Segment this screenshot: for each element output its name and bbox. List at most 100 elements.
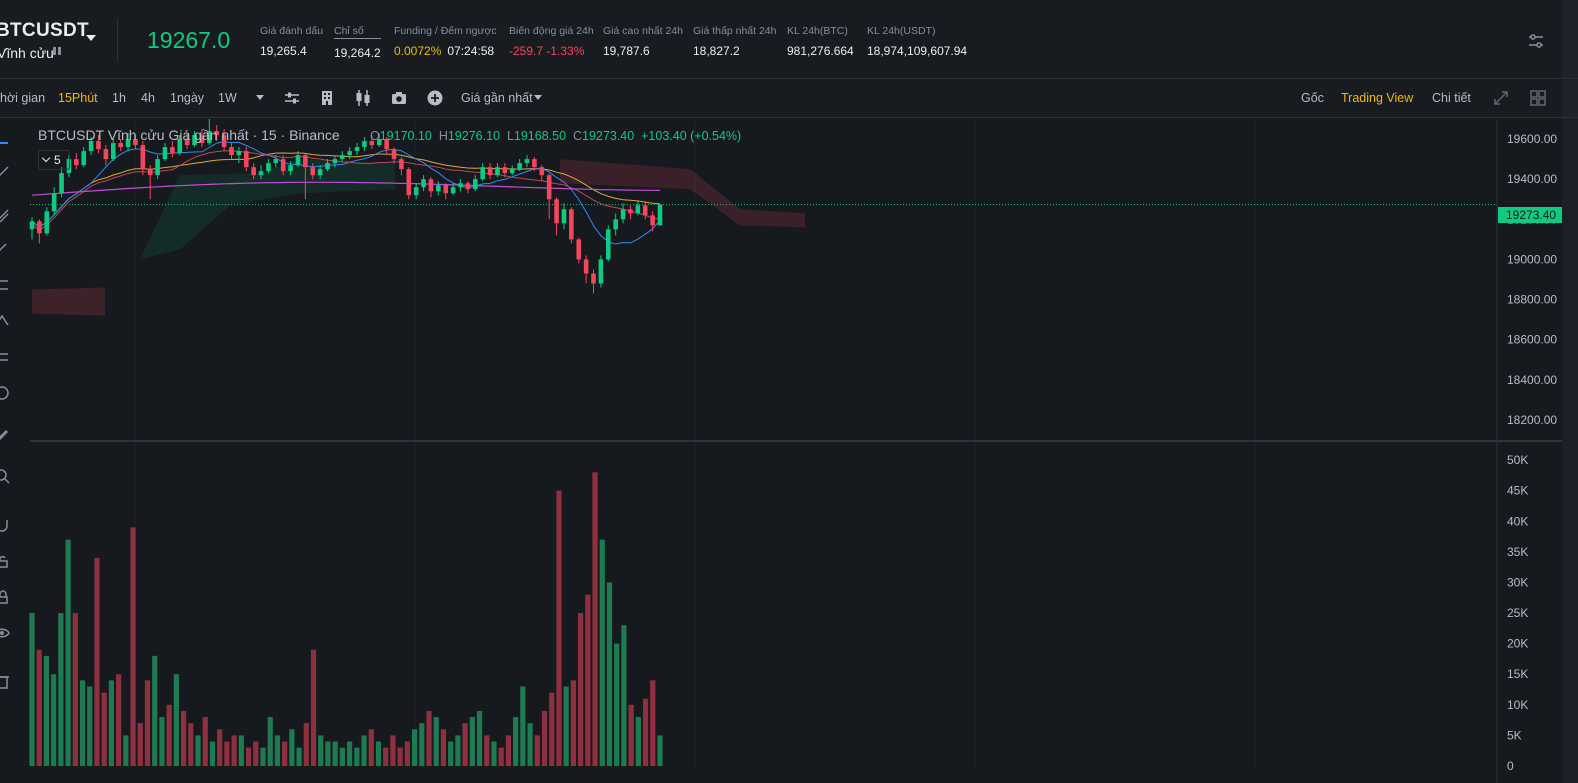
volume-bar xyxy=(599,539,605,766)
volume-bar xyxy=(339,747,345,766)
volume-bar xyxy=(202,717,208,766)
volume-bar xyxy=(260,747,266,766)
volume-bar xyxy=(318,735,324,766)
indicator-count-toggle[interactable]: 5 xyxy=(38,150,70,170)
tenkan-line xyxy=(31,141,661,245)
candle-body xyxy=(103,149,109,160)
candle-body xyxy=(332,159,338,164)
volume-bar xyxy=(79,680,86,766)
candle-body xyxy=(340,155,345,160)
volume-bar xyxy=(455,735,461,766)
candle-body xyxy=(620,209,626,220)
chevron-down-icon xyxy=(41,153,51,163)
candle-body xyxy=(657,204,663,226)
volume-bar xyxy=(484,735,490,766)
volume-bar xyxy=(94,557,100,766)
volume-bar xyxy=(296,747,302,766)
chart-legend-title: BTCUSDT Vĩnh cửu Giá gần nhất · 15 · Bin… xyxy=(38,127,340,143)
price-tick-label: 18400.00 xyxy=(1507,373,1557,387)
candle-body xyxy=(635,205,641,214)
price-chart[interactable]: 19600.0019400.0019200.0019000.0018800.00… xyxy=(0,0,1578,783)
volume-bar xyxy=(217,729,223,766)
ohlc-change: +103.40 (+0.54%) xyxy=(641,129,742,143)
volume-bar xyxy=(274,735,281,766)
volume-tick-label: 10K xyxy=(1507,698,1528,712)
volume-bar xyxy=(621,625,627,766)
volume-bar xyxy=(592,472,598,766)
candle-body xyxy=(273,159,279,164)
volume-bar xyxy=(195,735,201,766)
candle-body xyxy=(74,159,79,166)
candle-body xyxy=(576,239,582,260)
volume-bar xyxy=(563,686,569,766)
candle-body xyxy=(487,167,493,176)
volume-bar xyxy=(541,710,548,766)
volume-tick-label: 40K xyxy=(1507,514,1528,528)
volume-bar xyxy=(534,735,540,766)
ohlc-close-label: C xyxy=(573,129,583,143)
price-tick-label: 19400.00 xyxy=(1507,172,1557,186)
volume-tick-label: 15K xyxy=(1507,667,1528,681)
volume-tick-label: 0 xyxy=(1507,759,1514,773)
current-price-tag: 19273.40 xyxy=(1498,207,1562,223)
volume-bar xyxy=(505,735,512,766)
volume-bar xyxy=(614,643,620,766)
candle-body xyxy=(51,193,57,212)
volume-bar xyxy=(267,717,273,766)
volume-bar xyxy=(282,741,288,766)
indicator-count: 5 xyxy=(54,153,61,167)
volume-bar xyxy=(289,729,295,766)
volume-bar xyxy=(116,674,122,766)
volume-bar xyxy=(209,741,216,766)
volume-bar xyxy=(585,594,591,766)
volume-bar xyxy=(448,741,454,766)
volume-tick-label: 45K xyxy=(1507,484,1528,498)
volume-bar xyxy=(440,729,447,766)
volume-bar xyxy=(152,655,158,766)
volume-tick-label: 5K xyxy=(1507,728,1522,742)
volume-bar xyxy=(426,710,432,766)
candle-body xyxy=(118,143,123,148)
volume-bar xyxy=(390,735,396,766)
candle-body xyxy=(59,173,64,194)
candle-body xyxy=(81,151,87,166)
ohlc-low: 19168.50 xyxy=(513,129,567,143)
right-scrollbar[interactable] xyxy=(1562,0,1578,783)
volume-bar xyxy=(577,613,584,766)
candle-body xyxy=(251,167,256,176)
volume-bar xyxy=(368,729,374,766)
volume-bar xyxy=(361,735,367,766)
candle-body xyxy=(465,183,471,190)
price-axes: 19600.0019400.0019200.0019000.0018800.00… xyxy=(1507,132,1557,773)
volume-bar xyxy=(433,717,439,766)
volume-bar xyxy=(130,527,136,766)
volume-tick-label: 20K xyxy=(1507,637,1528,651)
volume-bar xyxy=(310,649,317,766)
volume-bar xyxy=(29,613,35,766)
volume-bar xyxy=(58,613,64,766)
candle-body xyxy=(162,147,168,160)
candle-body xyxy=(613,219,618,230)
volume-bar xyxy=(462,723,468,766)
candle-body xyxy=(605,229,611,260)
volume-bar xyxy=(549,692,555,766)
volume-bar xyxy=(570,680,576,766)
candle-body xyxy=(391,149,397,160)
volume-tick-label: 30K xyxy=(1507,575,1528,589)
volume-bar xyxy=(188,723,194,766)
volume-bar xyxy=(635,717,641,766)
volume-bar xyxy=(108,680,115,766)
candle-body xyxy=(473,179,478,190)
candle-body xyxy=(502,167,508,174)
candle-body xyxy=(561,209,567,224)
ohlc-close: 19273.40 xyxy=(582,129,635,143)
volume-bar xyxy=(657,735,663,766)
candle-body xyxy=(428,179,434,192)
ohlc-high-label: H xyxy=(438,129,448,143)
volume-bar xyxy=(642,698,649,766)
candle-body xyxy=(170,147,175,154)
volume-bar xyxy=(36,649,42,766)
candle-body xyxy=(517,163,522,170)
ohlc-low-label: L xyxy=(506,129,514,143)
candle-body xyxy=(325,163,330,170)
